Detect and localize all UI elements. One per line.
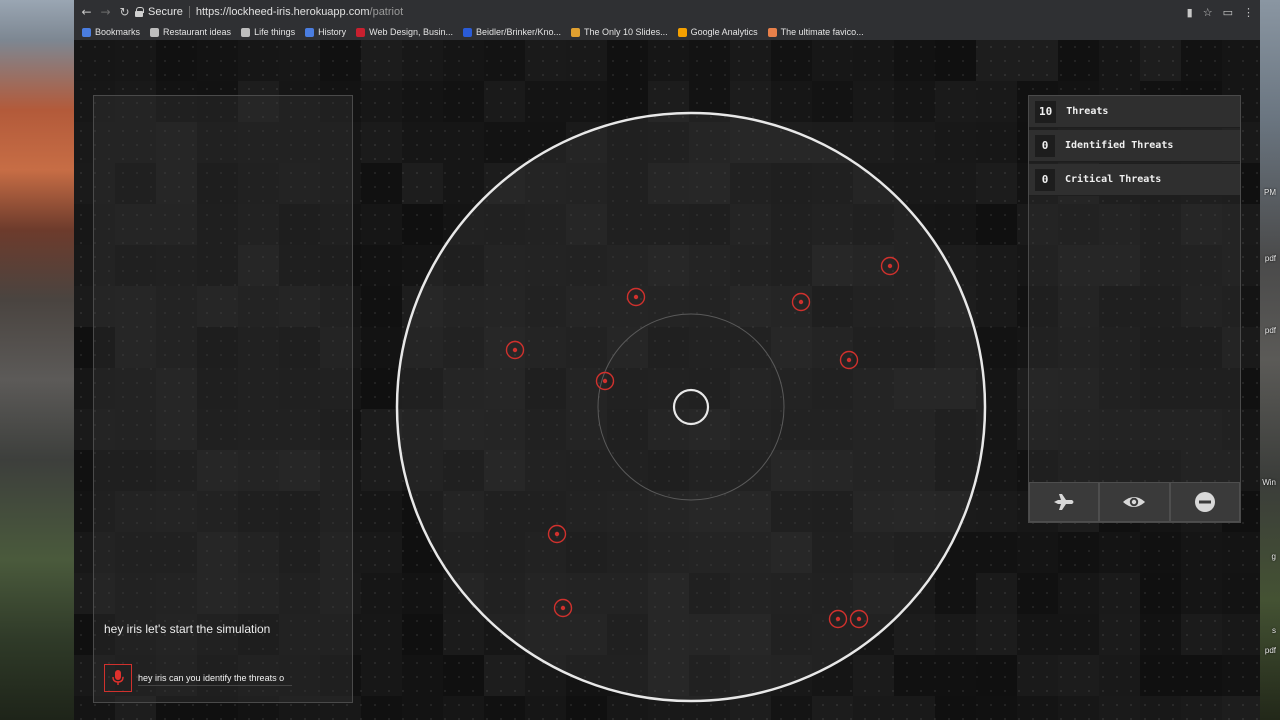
divider	[188, 6, 190, 18]
critical-threats-label: Critical Threats	[1065, 174, 1162, 185]
critical-threats-count: 0	[1035, 168, 1055, 191]
bookmark-item[interactable]: History	[305, 27, 346, 37]
bookmark-label: Google Analytics	[690, 27, 758, 37]
menu-icon[interactable]: ⋮	[1243, 6, 1254, 19]
bookmark-icon	[767, 27, 777, 37]
conversation-panel: hey iris let's start the simulation	[93, 95, 353, 703]
bookmarks-bar: Bookmarks Restaurant ideas Life things Hist…	[74, 24, 1260, 40]
star-icon[interactable]: ☆	[1203, 6, 1213, 19]
identify-threats-button[interactable]	[1099, 482, 1170, 522]
bookmark-label: Web Design, Busin...	[369, 27, 453, 37]
desktop-file-label: PM	[1264, 188, 1276, 197]
threats-label: Threats	[1066, 106, 1109, 117]
bookmark-icon	[677, 27, 687, 37]
secure-label: Secure	[148, 6, 183, 18]
bookmark-item[interactable]: Life things	[241, 27, 295, 37]
bookmark-label: History	[318, 27, 347, 37]
bookmark-label: The Only 10 Slides...	[584, 27, 668, 37]
browser-toolbar: ← → ↻ Secure https://lockheed-iris.herok…	[74, 0, 1260, 24]
desktop-file-label: pdf	[1264, 646, 1276, 655]
bookmark-label: Life things	[254, 27, 296, 37]
bookmark-label: Beidler/Brinker/Kno...	[475, 27, 562, 37]
bookmark-label: Bookmarks	[95, 27, 141, 37]
app-viewport: hey iris let's start the simulation hey …	[74, 40, 1260, 720]
jet-icon	[1054, 494, 1074, 510]
desktop-wallpaper-left	[0, 0, 74, 720]
voice-command-input[interactable]	[138, 670, 292, 686]
stat-threats: 10 Threats	[1029, 96, 1240, 128]
desktop-file-label: s	[1272, 626, 1276, 635]
bookmark-icon	[82, 27, 91, 37]
bookmark-item[interactable]: Restaurant ideas	[150, 27, 231, 37]
action-bar	[1029, 482, 1240, 522]
forward-arrow-icon[interactable]: →	[96, 0, 115, 24]
camera-icon[interactable]: ▮	[1187, 6, 1193, 19]
bookmark-item[interactable]: The Only 10 Slides...	[571, 27, 668, 37]
stat-critical-threats: 0 Critical Threats	[1029, 164, 1240, 196]
launch-interceptor-button[interactable]	[1029, 482, 1100, 522]
bookmark-icon	[571, 27, 581, 37]
desktop-file-label: pdf	[1264, 254, 1276, 263]
microphone-button[interactable]	[104, 664, 132, 692]
address-bar[interactable]: Secure https://lockheed-iris.herokuapp.c…	[134, 3, 1204, 21]
bookmark-label: Restaurant ideas	[163, 27, 232, 37]
back-arrow-icon[interactable]: ←	[77, 0, 96, 24]
desktop-file-label: Win	[1262, 478, 1276, 487]
reload-icon[interactable]: ↻	[115, 0, 134, 24]
desktop-file-label: g	[1271, 552, 1276, 561]
bookmark-icon	[150, 27, 160, 37]
radar-display	[395, 111, 987, 703]
desktop-wallpaper-right: PM pdf pdf Win g s pdf	[1260, 0, 1280, 720]
bookmark-item[interactable]: Google Analytics	[677, 27, 758, 37]
minus-circle-icon	[1194, 492, 1215, 512]
threats-count: 10	[1035, 100, 1057, 123]
toolbar-actions: ▮ ☆ ▭ ⋮	[1187, 0, 1254, 24]
dismiss-threat-button[interactable]	[1169, 482, 1240, 522]
bookmark-icon	[356, 27, 366, 37]
bookmark-label: The ultimate favico...	[780, 27, 864, 37]
desktop-file-label: pdf	[1264, 326, 1276, 335]
bookmark-icon	[305, 27, 315, 37]
bookmark-item[interactable]: Beidler/Brinker/Kno...	[462, 27, 562, 37]
bookmark-item[interactable]: The ultimate favico...	[767, 27, 864, 37]
browser-window: ← → ↻ Secure https://lockheed-iris.herok…	[74, 0, 1260, 720]
conversation-message: hey iris let's start the simulation	[104, 622, 271, 636]
lock-icon	[134, 7, 144, 17]
bookmark-item[interactable]: Web Design, Busin...	[356, 27, 453, 37]
threat-status-panel: 10 Threats 0 Identified Threats 0 Critic…	[1028, 95, 1241, 523]
bookmark-item[interactable]: Bookmarks	[82, 27, 140, 37]
identified-threats-label: Identified Threats	[1065, 140, 1174, 151]
url-host: https://lockheed-iris.herokuapp.com	[195, 6, 370, 18]
bookmark-icon	[462, 27, 472, 37]
bookmark-icon	[241, 27, 251, 37]
stat-identified-threats: 0 Identified Threats	[1029, 130, 1240, 162]
cast-icon[interactable]: ▭	[1223, 6, 1233, 19]
microphone-icon	[112, 670, 124, 685]
identified-threats-count: 0	[1035, 134, 1055, 157]
eye-icon	[1123, 497, 1146, 507]
radar-outer-ring	[395, 111, 987, 703]
url-path: /patriot	[369, 6, 404, 18]
